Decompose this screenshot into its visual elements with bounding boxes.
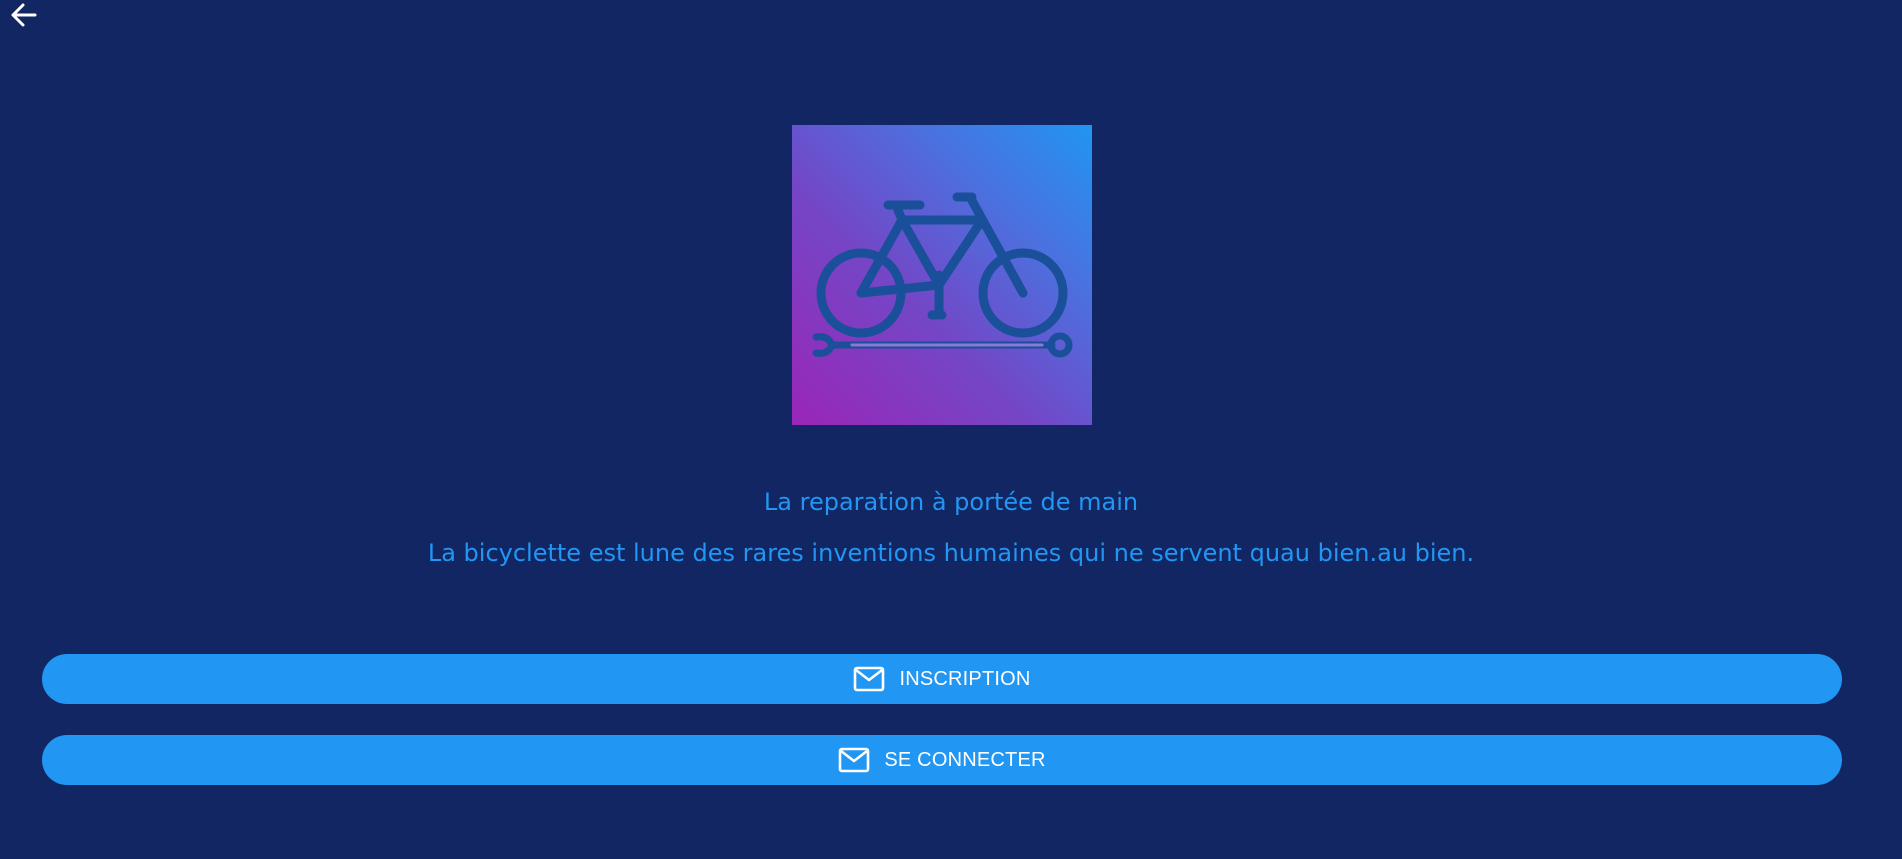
signup-label: INSCRIPTION [899, 667, 1031, 690]
bicycle-repair-icon [812, 192, 1073, 358]
login-label: SE CONNECTER [884, 748, 1046, 771]
app-logo [792, 125, 1092, 425]
headline: La reparation à portée de main [763, 488, 1139, 516]
signup-button[interactable]: INSCRIPTION [42, 654, 1842, 704]
login-button[interactable]: SE CONNECTER [42, 735, 1842, 785]
back-button[interactable] [6, 0, 42, 30]
welcome-screen: La reparation à portée de main La bicycl… [0, 0, 1902, 859]
mail-icon [853, 665, 885, 693]
mail-icon [838, 746, 870, 774]
arrow-left-icon [9, 2, 39, 28]
subtitle: La bicyclette est lune des rares inventi… [427, 539, 1475, 567]
